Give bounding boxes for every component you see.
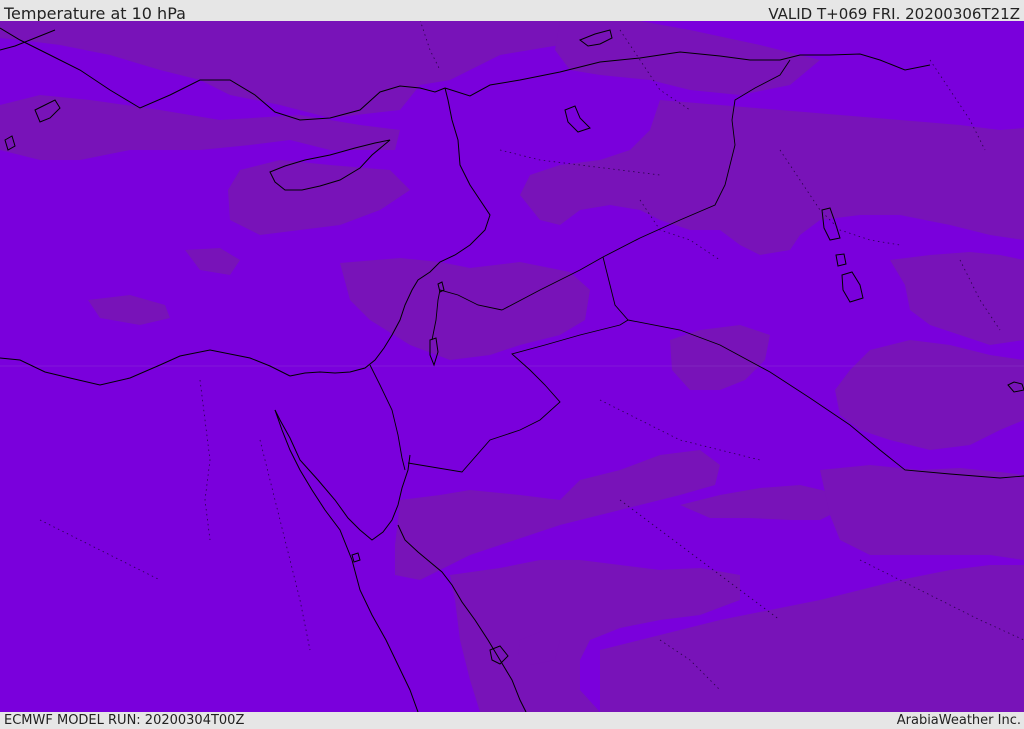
- footer-bar: ECMWF MODEL RUN: 20200304T00Z ArabiaWeat…: [0, 712, 1024, 729]
- header-bar: Temperature at 10 hPa VALID T+069 FRI. 2…: [0, 0, 1024, 23]
- model-run: ECMWF MODEL RUN: 20200304T00Z: [4, 713, 245, 728]
- credit: ArabiaWeather Inc.: [896, 713, 1021, 728]
- map-canvas[interactable]: [0, 21, 1024, 712]
